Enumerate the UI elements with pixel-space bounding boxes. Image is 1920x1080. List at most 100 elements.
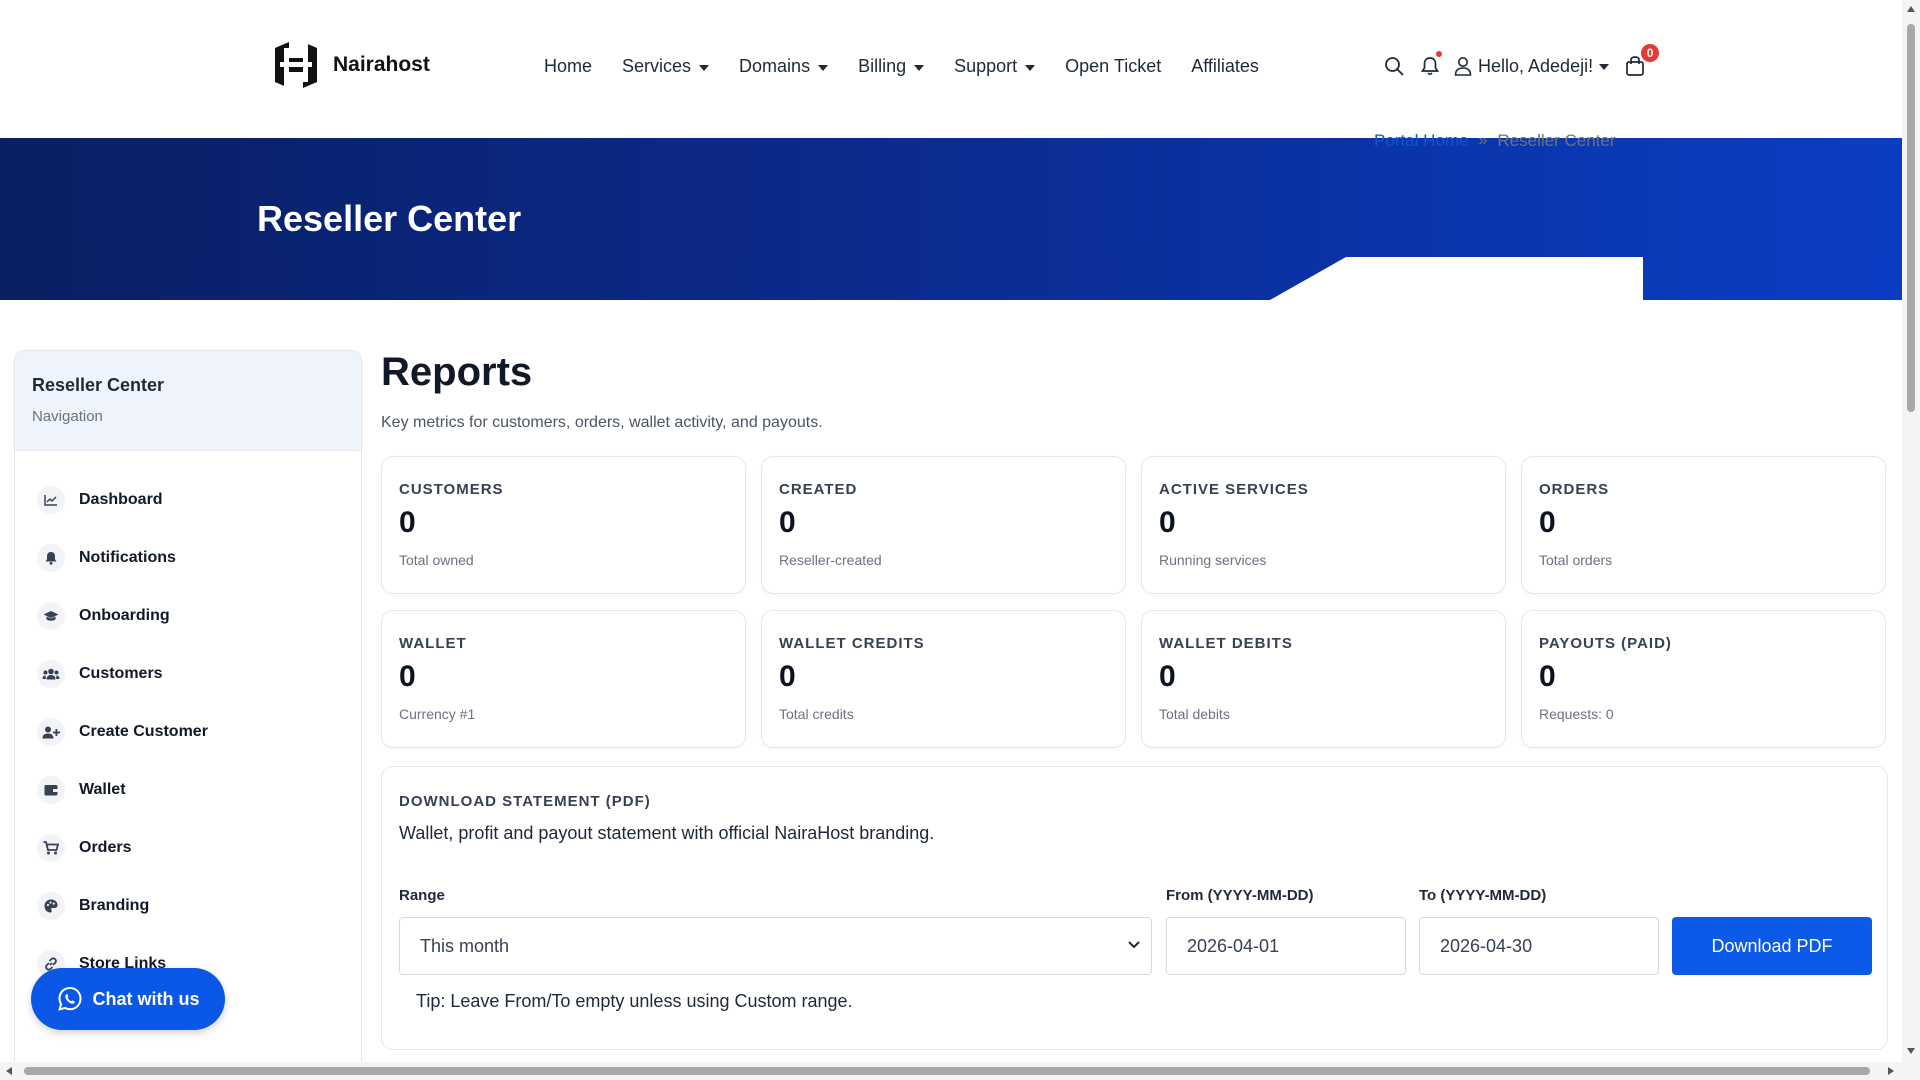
- sidebar-item-label: Dashboard: [79, 491, 163, 508]
- metric-note: Total debits: [1159, 706, 1230, 722]
- main-nav: Home Services Domains Billing Support Op…: [544, 56, 1259, 77]
- statement-tip: Tip: Leave From/To empty unless using Cu…: [416, 991, 853, 1011]
- metric-card-created: CREATED 0 Reseller-created: [761, 456, 1126, 594]
- download-pdf-button[interactable]: Download PDF: [1672, 917, 1872, 975]
- sidebar-item-onboarding[interactable]: Onboarding: [15, 587, 361, 645]
- sidebar-header: Reseller Center Navigation: [15, 351, 361, 451]
- nav-home-label: Home: [544, 56, 593, 76]
- nav-services[interactable]: Services: [622, 56, 710, 77]
- metric-value: 0: [1539, 660, 1556, 693]
- to-date-label: To (YYYY-MM-DD): [1419, 887, 1547, 904]
- metric-label: ORDERS: [1539, 481, 1610, 498]
- cart-button[interactable]: 0: [1623, 44, 1660, 78]
- double-chevron-right-icon: »: [1478, 132, 1488, 149]
- brand-logo[interactable]: Nairahost: [265, 34, 430, 96]
- sidebar-title: Reseller Center: [32, 375, 165, 395]
- metric-value: 0: [1539, 506, 1556, 539]
- metric-value: 0: [1159, 660, 1176, 693]
- from-date-input[interactable]: 2026-04-01: [1166, 917, 1406, 975]
- bell-icon: [37, 544, 65, 572]
- notifications-button[interactable]: [1418, 51, 1442, 78]
- whatsapp-chat-button[interactable]: Chat with us: [31, 968, 225, 1030]
- caret-down-icon: [1025, 64, 1036, 71]
- to-date-input[interactable]: 2026-04-30: [1419, 917, 1659, 975]
- sidebar-item-label: Branding: [79, 897, 150, 914]
- nav-open-ticket[interactable]: Open Ticket: [1065, 56, 1161, 77]
- metric-value: 0: [779, 660, 796, 693]
- metric-value: 0: [1159, 506, 1176, 539]
- sidebar-item-label: Orders: [79, 839, 132, 856]
- nav-open-ticket-label: Open Ticket: [1065, 56, 1162, 76]
- metric-note: Currency #1: [399, 706, 476, 722]
- cart-icon: [37, 834, 65, 862]
- metric-card-wallet-credits: WALLET CREDITS 0 Total credits: [761, 610, 1126, 748]
- user-menu[interactable]: Hello, Adedeji!: [1454, 56, 1610, 77]
- sidebar-item-wallet[interactable]: Wallet: [15, 761, 361, 819]
- whatsapp-icon: [57, 986, 82, 1011]
- nav-support-label: Support: [954, 56, 1018, 76]
- nav-domains[interactable]: Domains: [739, 56, 829, 77]
- user-icon: [1454, 57, 1472, 76]
- range-label: Range: [399, 887, 445, 904]
- page-header-title: Reseller Center: [257, 198, 522, 239]
- sidebar-item-orders[interactable]: Orders: [15, 819, 361, 877]
- scroll-down-arrow-icon[interactable]: [1907, 1048, 1915, 1054]
- sidebar-item-customers[interactable]: Customers: [15, 645, 361, 703]
- metric-card-customers: CUSTOMERS 0 Total owned: [381, 456, 746, 594]
- from-date-label: From (YYYY-MM-DD): [1166, 887, 1314, 904]
- metric-card-wallet-debits: WALLET DEBITS 0 Total debits: [1141, 610, 1506, 748]
- sidebar-item-dashboard[interactable]: Dashboard: [15, 471, 361, 529]
- scroll-right-arrow-icon[interactable]: [1888, 1067, 1894, 1075]
- metric-note: Total credits: [779, 706, 854, 722]
- chevron-down-icon: [1128, 941, 1140, 949]
- graduation-cap-icon: [37, 602, 65, 630]
- breadcrumb-current: Reseller Center: [1497, 131, 1616, 150]
- horizontal-scroll-thumb[interactable]: [24, 1067, 1870, 1075]
- top-navbar: Nairahost Home Services Domains Billing …: [0, 0, 1902, 138]
- nav-affiliates[interactable]: Affiliates: [1191, 56, 1259, 77]
- metric-card-active-services: ACTIVE SERVICES 0 Running services: [1141, 456, 1506, 594]
- range-select[interactable]: This month: [399, 917, 1152, 975]
- users-icon: [37, 660, 65, 688]
- vertical-scrollbar[interactable]: [1902, 0, 1920, 1080]
- caret-down-icon: [914, 64, 925, 71]
- sidebar-item-label: Notifications: [79, 549, 176, 566]
- breadcrumb: Portal Home » Reseller Center: [1374, 131, 1616, 151]
- horizontal-scrollbar[interactable]: [0, 1062, 1902, 1080]
- nav-billing[interactable]: Billing: [858, 56, 925, 77]
- nav-home[interactable]: Home: [544, 56, 592, 77]
- search-button[interactable]: [1382, 54, 1406, 78]
- metric-label: PAYOUTS (PAID): [1539, 635, 1672, 652]
- sidebar-subtitle: Navigation: [32, 408, 103, 425]
- sidebar-menu: Dashboard Notifications Onboarding Custo…: [15, 451, 361, 993]
- breadcrumb-home-link[interactable]: Portal Home: [1374, 131, 1468, 151]
- bell-icon: [1421, 57, 1439, 76]
- scroll-left-arrow-icon[interactable]: [6, 1067, 12, 1075]
- metric-card-payouts-paid: PAYOUTS (PAID) 0 Requests: 0: [1521, 610, 1886, 748]
- nav-services-label: Services: [622, 56, 692, 76]
- metric-label: WALLET DEBITS: [1159, 635, 1293, 652]
- caret-down-icon: [699, 64, 710, 71]
- header-utilities: Hello, Adedeji! 0: [1382, 44, 1660, 78]
- page-header-banner: Reseller Center: [0, 138, 1902, 300]
- sidebar-item-branding[interactable]: Branding: [15, 877, 361, 935]
- wallet-icon: [37, 776, 65, 804]
- metric-label: CREATED: [779, 481, 858, 498]
- sidebar-item-create-customer[interactable]: Create Customer: [15, 703, 361, 761]
- from-date-value: 2026-04-01: [1187, 935, 1280, 956]
- metric-value: 0: [399, 506, 416, 539]
- statement-heading: DOWNLOAD STATEMENT (PDF): [399, 793, 651, 810]
- chat-button-label: Chat with us: [92, 988, 200, 1009]
- sidebar-item-notifications[interactable]: Notifications: [15, 529, 361, 587]
- nav-domains-label: Domains: [739, 56, 811, 76]
- vertical-scroll-thumb[interactable]: [1907, 24, 1915, 412]
- breadcrumb-tab: [1270, 257, 1643, 300]
- nav-support[interactable]: Support: [954, 56, 1036, 77]
- metric-label: ACTIVE SERVICES: [1159, 481, 1309, 498]
- scroll-up-arrow-icon[interactable]: [1907, 6, 1915, 12]
- notification-dot: [1436, 51, 1442, 57]
- sidebar-item-label: Create Customer: [79, 723, 208, 740]
- logo-icon: [275, 42, 317, 88]
- metric-note: Running services: [1159, 552, 1267, 568]
- caret-down-icon: [1599, 64, 1610, 70]
